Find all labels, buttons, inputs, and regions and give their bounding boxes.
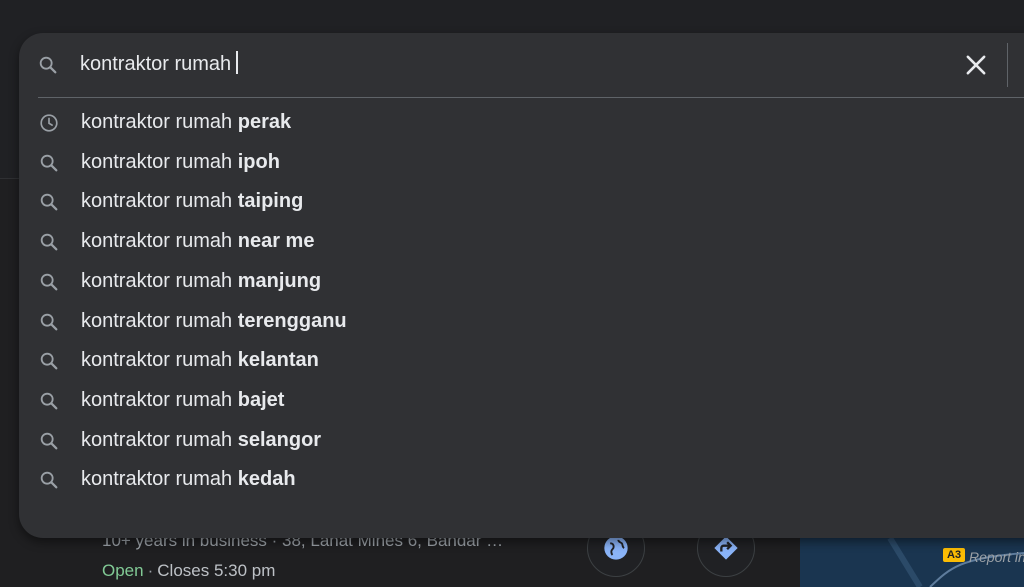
- closing-time: Closes 5:30 pm: [157, 561, 276, 580]
- suggestion-item[interactable]: kontraktor rumah selangor: [19, 421, 1024, 460]
- suggestion-prefix: kontraktor rumah: [81, 468, 238, 491]
- search-icon: [38, 469, 60, 491]
- suggestion-item[interactable]: kontraktor rumah kelantan: [19, 341, 1024, 380]
- suggestion-prefix: kontraktor rumah: [81, 190, 238, 213]
- suggestion-completion: near me: [237, 230, 315, 253]
- suggestion-prefix: kontraktor rumah: [81, 150, 238, 173]
- suggestion-prefix: kontraktor rumah: [81, 309, 238, 332]
- suggestion-text: kontraktor rumah selangor: [81, 429, 321, 452]
- divider-horizontal: [38, 97, 1024, 98]
- clear-search-button[interactable]: [962, 51, 990, 79]
- divider-vertical: [1007, 43, 1008, 87]
- suggestion-text: kontraktor rumah perak: [81, 111, 291, 134]
- suggestion-completion: perak: [237, 111, 292, 133]
- suggestion-text: kontraktor rumah bajet: [81, 389, 284, 412]
- suggestion-text: kontraktor rumah kelantan: [81, 349, 319, 372]
- search-icon: [39, 56, 57, 74]
- suggestion-prefix: kontraktor rumah: [81, 269, 238, 292]
- history-icon: [38, 112, 60, 134]
- search-icon: [38, 271, 60, 293]
- road-label: A3: [943, 548, 966, 562]
- suggestion-prefix: kontraktor rumah: [81, 111, 238, 133]
- suggestion-completion: terengganu: [237, 309, 347, 332]
- separator-dot: ·: [147, 561, 154, 580]
- search-query: kontraktor rumah: [80, 53, 232, 75]
- search-suggestions-dropdown: kontraktor rumah kontraktor rumah perak k…: [19, 33, 1024, 565]
- search-input[interactable]: kontraktor rumah: [80, 51, 238, 76]
- search-icon: [38, 231, 60, 253]
- text-caret: [236, 51, 238, 74]
- search-icon: [38, 152, 60, 174]
- report-link[interactable]: Report inap: [969, 549, 1024, 565]
- close-icon: [966, 55, 986, 75]
- suggestion-completion: kelantan: [237, 349, 319, 372]
- suggestion-completion: taiping: [237, 190, 304, 213]
- suggestion-prefix: kontraktor rumah: [81, 388, 238, 411]
- suggestion-item[interactable]: kontraktor rumah bajet: [19, 381, 1024, 420]
- open-status: Open: [102, 561, 144, 580]
- search-icon: [38, 311, 60, 333]
- suggestion-text: kontraktor rumah near me: [81, 230, 314, 253]
- suggestion-completion: ipoh: [237, 150, 280, 173]
- suggestion-prefix: kontraktor rumah: [81, 428, 238, 451]
- search-icon: [38, 430, 60, 452]
- suggestion-completion: manjung: [237, 269, 322, 292]
- search-icon: [38, 390, 60, 412]
- suggestion-prefix: kontraktor rumah: [81, 349, 238, 372]
- suggestion-text: kontraktor rumah terengganu: [81, 310, 347, 333]
- suggestion-completion: bajet: [237, 388, 285, 411]
- search-icon: [38, 350, 60, 372]
- suggestion-item[interactable]: kontraktor rumah taiping: [19, 182, 1024, 221]
- suggestion-prefix: kontraktor rumah: [81, 230, 238, 253]
- suggestion-text: kontraktor rumah ipoh: [81, 151, 280, 174]
- suggestion-item[interactable]: kontraktor rumah kedah: [19, 460, 1024, 499]
- suggestion-item[interactable]: kontraktor rumah near me: [19, 222, 1024, 261]
- suggestion-text: kontraktor rumah kedah: [81, 468, 296, 491]
- suggestion-item[interactable]: kontraktor rumah perak: [19, 103, 1024, 142]
- globe-icon: [604, 536, 628, 560]
- listing-hours: Open · Closes 5:30 pm: [102, 561, 275, 581]
- suggestion-completion: selangor: [237, 428, 322, 451]
- search-box[interactable]: kontraktor rumah: [19, 33, 1024, 97]
- suggestion-item[interactable]: kontraktor rumah ipoh: [19, 143, 1024, 182]
- suggestion-text: kontraktor rumah taiping: [81, 190, 303, 213]
- directions-icon: [714, 536, 738, 560]
- suggestion-item[interactable]: kontraktor rumah manjung: [19, 262, 1024, 301]
- search-icon: [38, 191, 60, 213]
- suggestion-item[interactable]: kontraktor rumah terengganu: [19, 302, 1024, 341]
- suggestion-completion: kedah: [237, 468, 296, 491]
- suggestion-text: kontraktor rumah manjung: [81, 270, 321, 293]
